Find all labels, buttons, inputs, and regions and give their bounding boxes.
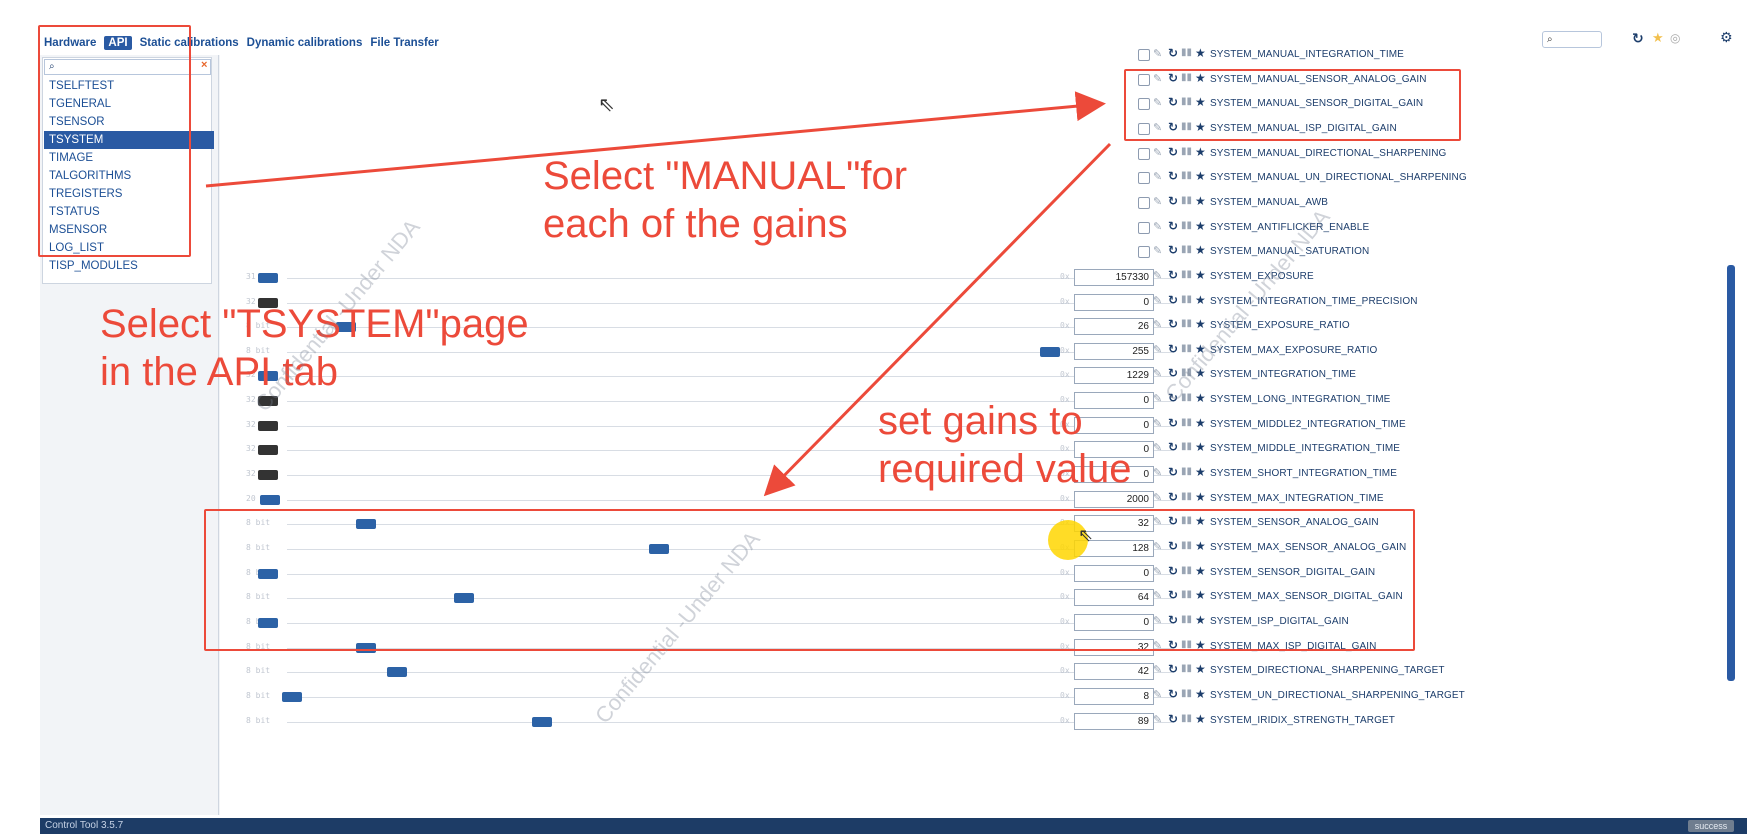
mouse-cursor-icon: ⇖ [1078,525,1094,545]
annotation-arrows [205,91,1112,497]
note-manual-line1: Select "MANUAL"for [543,154,908,198]
note-gains-line2: required value [878,447,1132,491]
note-gains-line1: set gains to [878,399,1083,443]
note-manual: Select "MANUAL"for each of the gains [543,152,907,248]
note-gains: set gains to required value [878,397,1132,493]
note-manual-line2: each of the gains [543,202,848,246]
mouse-cursor-icon: ⇖ [598,94,615,116]
